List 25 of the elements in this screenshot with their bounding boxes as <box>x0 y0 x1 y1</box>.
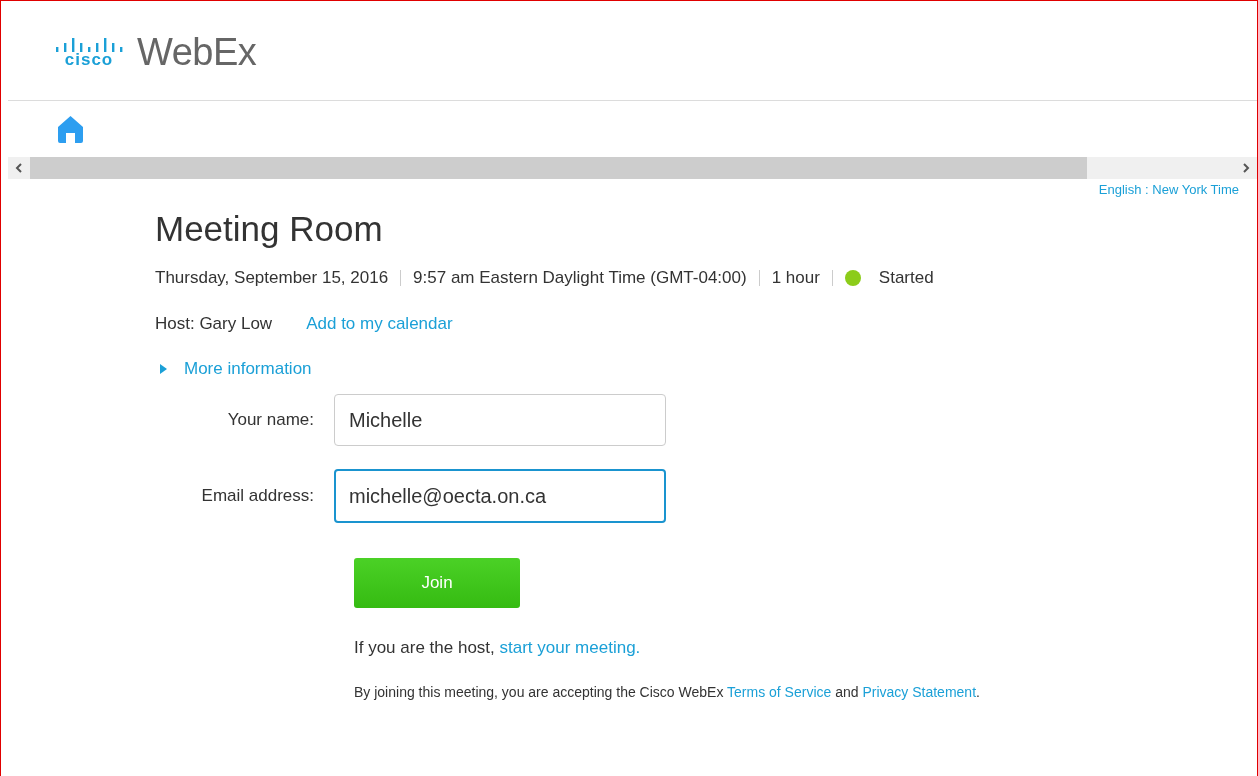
scroll-left-icon[interactable] <box>15 163 23 173</box>
field-label: Your name: <box>226 410 315 430</box>
locale-link[interactable]: English : New York Time <box>1098 182 1239 197</box>
page-title: Meeting Room <box>155 208 384 250</box>
home-icon[interactable] <box>57 115 84 143</box>
status-label: Started <box>878 268 934 288</box>
product-name: WebEx <box>137 31 257 74</box>
add-to-calendar-link[interactable]: Add to my calendar <box>306 314 453 334</box>
join-button[interactable]: Join <box>354 558 520 608</box>
horizontal-scrollbar[interactable] <box>8 157 1257 179</box>
input-field[interactable]: michelle@oecta.on.ca <box>334 469 666 523</box>
terms-notice: By joining this meeting, you are accepting the Cisco WebEx Terms of Service and Privacy Statement. <box>354 684 980 700</box>
cisco-logo: cisco <box>55 37 123 68</box>
field-label: Email address: <box>200 486 315 506</box>
host-note: If you are the host, start your meeting. <box>354 638 641 657</box>
caret-right-icon[interactable] <box>159 364 168 374</box>
meeting-detail: Thursday, September 15, 2016 <box>155 268 389 288</box>
meeting-detail: 9:57 am Eastern Daylight Time (GMT-04:00) <box>413 268 747 288</box>
meeting-detail: 1 hour <box>771 268 820 288</box>
host-name: Host: Gary Low <box>155 314 273 334</box>
terms-of-service-link[interactable]: Terms of Service <box>727 684 832 700</box>
scroll-right-icon[interactable] <box>1242 163 1250 173</box>
start-meeting-link[interactable]: start your meeting. <box>499 638 641 657</box>
input-field[interactable]: Michelle <box>334 394 666 446</box>
more-information-link[interactable]: More information <box>184 359 312 379</box>
